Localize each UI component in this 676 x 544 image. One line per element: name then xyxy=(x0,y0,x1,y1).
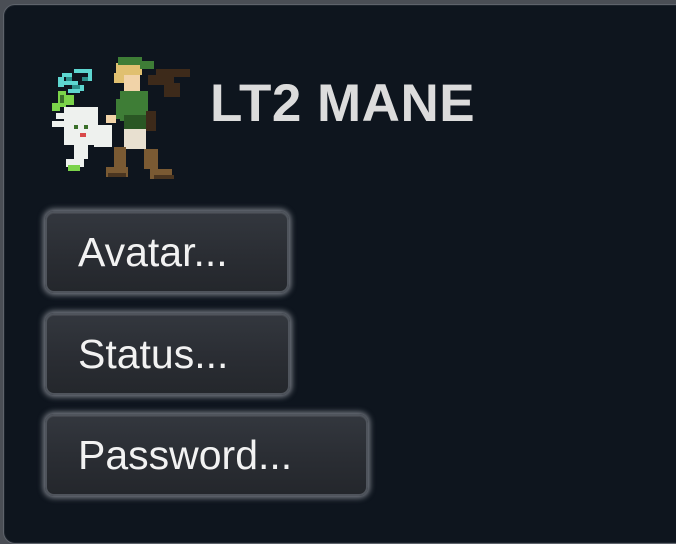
avatar-button[interactable]: Avatar... xyxy=(45,211,289,293)
pixel-character-sprite-icon xyxy=(52,57,190,179)
status-button[interactable]: Status... xyxy=(45,313,290,395)
username-label: LT2 MANE xyxy=(210,74,476,133)
password-button[interactable]: Password... xyxy=(45,414,368,496)
user-header xyxy=(44,55,196,190)
avatar xyxy=(44,55,196,190)
